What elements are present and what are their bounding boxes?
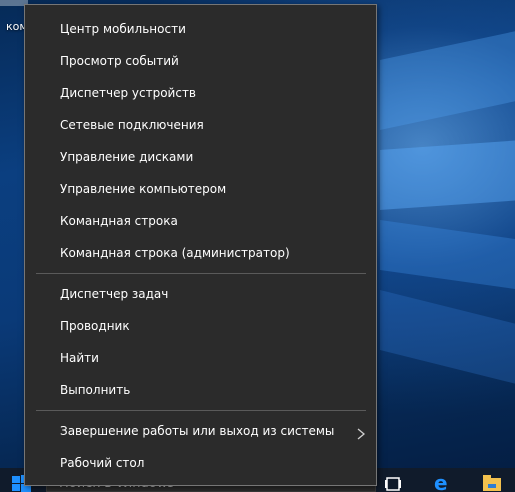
- menu-item-label: Завершение работы или выход из системы: [60, 424, 335, 438]
- menu-item-disk-management[interactable]: Управление дисками: [25, 141, 376, 173]
- menu-item-task-manager[interactable]: Диспетчер задач: [25, 278, 376, 310]
- menu-item-mobility-center[interactable]: Центр мобильности: [25, 13, 376, 45]
- wallpaper-light-beam: [380, 220, 515, 296]
- menu-item-label: Проводник: [60, 319, 130, 333]
- menu-item-label: Управление дисками: [60, 150, 194, 164]
- menu-item-label: Диспетчер устройств: [60, 86, 197, 100]
- menu-item-desktop[interactable]: Рабочий стол: [25, 447, 376, 479]
- menu-item-computer-management[interactable]: Управление компьютером: [25, 173, 376, 205]
- menu-item-label: Диспетчер задач: [60, 287, 169, 301]
- menu-item-label: Центр мобильности: [60, 22, 186, 36]
- task-view-icon[interactable]: [384, 474, 402, 492]
- menu-item-label: Сетевые подключения: [60, 118, 204, 132]
- menu-item-search[interactable]: Найти: [25, 342, 376, 374]
- menu-item-label: Командная строка (администратор): [60, 246, 290, 260]
- menu-item-label: Найти: [60, 351, 99, 365]
- wallpaper-light-beam: [380, 290, 515, 395]
- file-explorer-icon[interactable]: [482, 472, 502, 492]
- menu-item-label: Просмотр событий: [60, 54, 179, 68]
- menu-item-file-explorer[interactable]: Проводник: [25, 310, 376, 342]
- svg-text:e: e: [434, 472, 448, 492]
- menu-separator: [36, 410, 366, 411]
- chevron-right-icon: [356, 425, 366, 440]
- menu-item-shutdown-or-sign-out[interactable]: Завершение работы или выход из системы: [25, 415, 376, 447]
- menu-item-device-manager[interactable]: Диспетчер устройств: [25, 77, 376, 109]
- menu-item-event-viewer[interactable]: Просмотр событий: [25, 45, 376, 77]
- menu-item-network-connections[interactable]: Сетевые подключения: [25, 109, 376, 141]
- edge-icon[interactable]: e: [432, 471, 452, 492]
- menu-item-command-prompt[interactable]: Командная строка: [25, 205, 376, 237]
- menu-item-run[interactable]: Выполнить: [25, 374, 376, 406]
- menu-item-label: Управление компьютером: [60, 182, 227, 196]
- menu-separator: [36, 273, 366, 274]
- win-x-context-menu: Центр мобильности Просмотр событий Диспе…: [24, 4, 377, 486]
- wallpaper-light-beam: [380, 21, 515, 130]
- menu-item-label: Выполнить: [60, 383, 131, 397]
- menu-item-command-prompt-admin[interactable]: Командная строка (администратор): [25, 237, 376, 269]
- wallpaper-light-beam: [380, 137, 515, 210]
- menu-item-label: Командная строка: [60, 214, 178, 228]
- menu-item-label: Рабочий стол: [60, 456, 145, 470]
